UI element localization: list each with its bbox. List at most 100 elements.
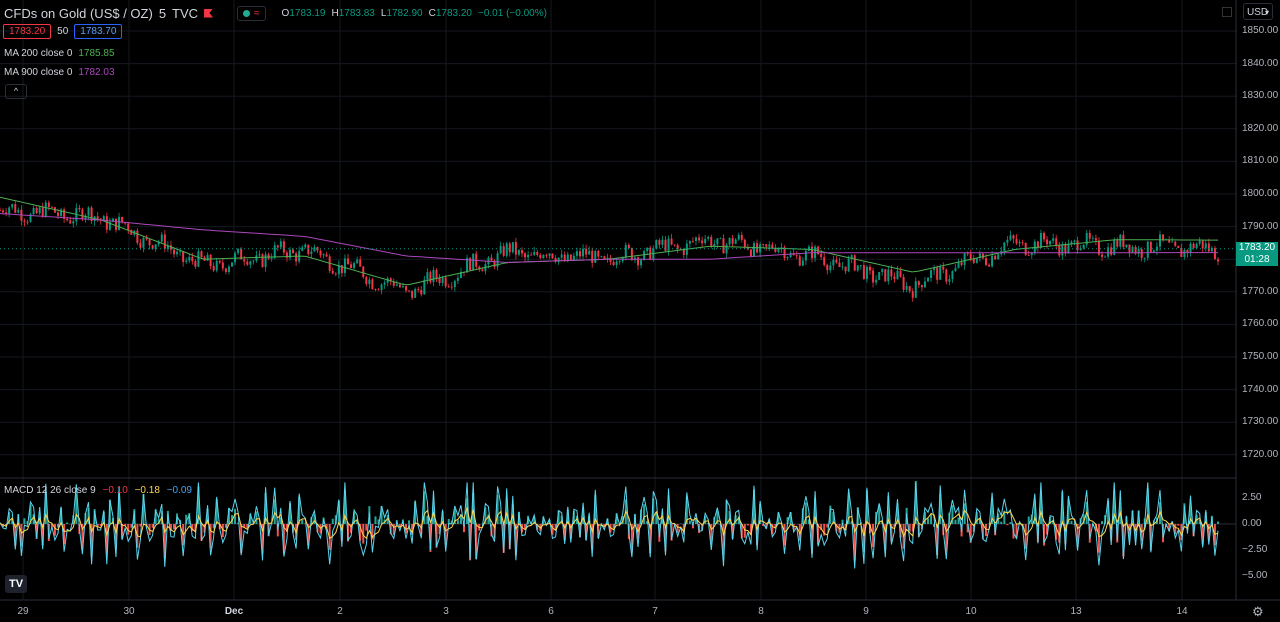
candle-body [66, 218, 69, 221]
candle-body [313, 247, 316, 252]
flag-icon[interactable] [204, 8, 214, 18]
candle-body [1143, 257, 1146, 259]
market-status-pill[interactable]: ≈ [237, 5, 266, 21]
gear-icon[interactable]: ⚙ [1252, 604, 1264, 620]
sell-price-button[interactable]: 1783.20 [3, 24, 52, 39]
candle-body [508, 243, 511, 253]
ma200-legend[interactable]: MA 200 close 0 1785.85 [4, 48, 115, 59]
macd-tick-label: −5.00 [1242, 570, 1268, 581]
candle-body [127, 223, 130, 230]
macd-label: MACD 12 26 close 9 [4, 485, 96, 496]
chart-header: CFDs on Gold (US$ / OZ) 5 TVC ≈ O1783.19… [4, 5, 547, 21]
macd-histogram-bar [688, 520, 691, 524]
candle-body [859, 265, 862, 266]
buy-price-button[interactable]: 1783.70 [74, 24, 123, 39]
ma900-legend[interactable]: MA 900 close 0 1782.03 [4, 67, 115, 78]
candle-body [456, 277, 459, 281]
candle-body [343, 258, 346, 274]
candle-body [215, 260, 218, 271]
macd-signal-value: −0.09 [166, 485, 192, 496]
candle-body [545, 254, 548, 256]
candle-body [914, 281, 917, 298]
candle-body [405, 286, 407, 291]
candle-body [927, 277, 929, 282]
candle-body [765, 244, 768, 247]
interval-label[interactable]: 5 [159, 6, 166, 21]
candle-body [988, 264, 991, 267]
candle-body [444, 277, 447, 287]
candle-body [191, 256, 194, 262]
candle-body [530, 254, 533, 256]
macd-histogram-bar [930, 514, 933, 524]
candle-body [331, 270, 334, 274]
candle-body [252, 260, 255, 262]
candle-body [218, 260, 221, 263]
currency-select[interactable]: USD [1243, 3, 1273, 21]
candle-body [575, 251, 578, 256]
time-tick-label: 6 [548, 606, 554, 617]
candle-body [304, 244, 307, 248]
macd-legend[interactable]: MACD 12 26 close 9 −0.10 −0.18 −0.09 [4, 485, 196, 496]
candle-body [719, 238, 722, 240]
candle-body [716, 238, 719, 245]
candle-body [420, 289, 423, 295]
candle-body [798, 256, 801, 266]
candle-body [1217, 259, 1219, 262]
chart-canvas[interactable] [0, 0, 1280, 622]
candle-body [673, 244, 676, 246]
candle-body [197, 251, 200, 267]
candle-body [1198, 240, 1201, 244]
candle-body [371, 279, 374, 290]
candle-body [319, 250, 322, 256]
price-tick-label: 1760.00 [1242, 318, 1279, 330]
candle-body [374, 289, 377, 290]
candle-body [472, 253, 475, 271]
maximize-icon[interactable] [1222, 7, 1232, 17]
collapse-legend-icon[interactable]: ^ [5, 84, 27, 99]
candle-body [173, 249, 175, 255]
candle-body [957, 262, 960, 268]
candle-body [249, 261, 252, 265]
candle-body [1015, 238, 1018, 244]
candle-body [179, 251, 182, 253]
candle-body [176, 251, 179, 255]
candle-body [368, 279, 371, 284]
ma200-line [0, 196, 1218, 286]
candle-body [1082, 244, 1085, 249]
candle-body [655, 240, 658, 249]
candle-body [954, 267, 957, 272]
candle-body [350, 264, 353, 268]
candle-body [441, 277, 444, 283]
symbol-title[interactable]: CFDs on Gold (US$ / OZ) [4, 6, 153, 21]
candle-body [615, 261, 618, 266]
candle-body [188, 256, 191, 261]
candle-body [1104, 256, 1107, 258]
exchange-label: TVC [172, 5, 199, 21]
candle-body [637, 257, 639, 266]
candle-body [740, 234, 743, 240]
candle-body [734, 239, 737, 244]
candle-body [994, 255, 997, 260]
candle-body [865, 266, 868, 279]
candle-body [630, 248, 633, 261]
candle-body [560, 254, 563, 258]
candle-body [612, 261, 615, 266]
tradingview-logo-icon[interactable]: TV [5, 575, 27, 593]
candle-body [930, 270, 933, 278]
candle-body [8, 207, 11, 214]
candle-body [398, 284, 401, 288]
candle-body [1021, 242, 1024, 243]
candle-body [2, 210, 5, 213]
candle-body [841, 266, 844, 268]
candle-body [261, 254, 264, 267]
candle-body [1101, 254, 1103, 257]
candle-body [1110, 247, 1113, 255]
candle-body [227, 266, 230, 272]
candle-body [438, 278, 441, 283]
candle-body [966, 253, 969, 255]
candle-body [826, 264, 829, 271]
candle-body [334, 273, 337, 275]
time-tick-label: 10 [965, 606, 977, 617]
candle-body [1046, 239, 1049, 245]
candle-body [1162, 234, 1165, 240]
